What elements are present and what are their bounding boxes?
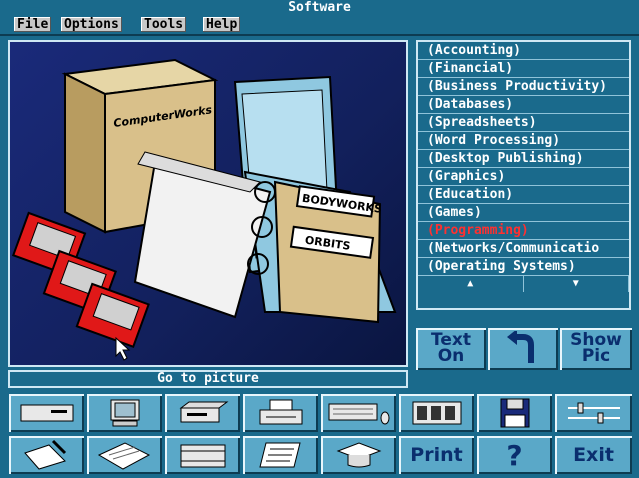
- floppy-disk-icon: [500, 398, 529, 428]
- scroll-up-button[interactable]: ▲: [418, 276, 524, 292]
- chip-icon: [180, 444, 225, 468]
- scroll-down-button[interactable]: ▼: [524, 276, 629, 292]
- slider-controls-icon: [567, 402, 620, 424]
- category-item-selected[interactable]: (Programming): [418, 222, 629, 240]
- category-item[interactable]: (Desktop Publishing): [418, 150, 629, 168]
- documents-icon: [97, 442, 150, 470]
- menu-help[interactable]: Help: [203, 17, 241, 32]
- category-item[interactable]: (Education): [418, 186, 629, 204]
- memory-board-button[interactable]: [399, 394, 474, 432]
- system-unit-icon: [20, 404, 73, 422]
- disk-drive-icon: [179, 401, 228, 423]
- menu-bar: File Options Tools Help: [0, 15, 639, 36]
- scroll-buttons: ▲ ▼: [418, 275, 629, 292]
- education-button[interactable]: [321, 436, 396, 474]
- category-item[interactable]: (Spreadsheets): [418, 114, 629, 132]
- category-item[interactable]: (Graphics): [418, 168, 629, 186]
- menu-tools[interactable]: Tools: [141, 17, 187, 32]
- disk-drive-button[interactable]: [165, 394, 240, 432]
- goto-picture-button[interactable]: Go to picture: [8, 370, 408, 388]
- help-button[interactable]: ?: [477, 436, 552, 474]
- monitor-icon: [110, 399, 139, 427]
- exit-label: Exit: [573, 444, 614, 466]
- category-item[interactable]: (Databases): [418, 96, 629, 114]
- show-pic-button[interactable]: Show Pic: [560, 328, 632, 370]
- picture-viewer[interactable]: ComputerWorks BODYWORKS ORBITS: [8, 40, 408, 367]
- writing-button[interactable]: [9, 436, 84, 474]
- graduation-cap-icon: [336, 442, 381, 468]
- keyboard-mouse-icon: [328, 403, 389, 425]
- software-illustration: ComputerWorks BODYWORKS ORBITS: [11, 58, 397, 361]
- floppy-disk-button[interactable]: [477, 394, 552, 432]
- printer-icon: [259, 399, 302, 425]
- category-item[interactable]: (Operating Systems): [418, 258, 629, 276]
- window-title: Software: [0, 0, 639, 15]
- memory-board-icon: [412, 401, 461, 425]
- keyboard-mouse-button[interactable]: [321, 394, 396, 432]
- exit-button[interactable]: Exit: [555, 436, 632, 474]
- menu-file[interactable]: File: [14, 17, 52, 32]
- writing-hand-icon: [23, 439, 66, 470]
- category-item[interactable]: (Business Productivity): [418, 78, 629, 96]
- chip-button[interactable]: [165, 436, 240, 474]
- category-item[interactable]: (Word Processing): [418, 132, 629, 150]
- settings-sliders-button[interactable]: [555, 394, 632, 432]
- category-item[interactable]: (Networks/Communicatio: [418, 240, 629, 258]
- printer-button[interactable]: [243, 394, 318, 432]
- category-item[interactable]: (Games): [418, 204, 629, 222]
- print-button[interactable]: Print: [399, 436, 474, 474]
- system-unit-button[interactable]: [9, 394, 84, 432]
- monitor-button[interactable]: [87, 394, 162, 432]
- category-list[interactable]: (Accounting) (Financial) (Business Produ…: [416, 40, 631, 310]
- help-question-icon: ?: [506, 438, 523, 472]
- print-label: Print: [410, 444, 463, 466]
- back-button[interactable]: [488, 328, 558, 370]
- text-on-button[interactable]: Text On: [416, 328, 486, 370]
- menu-options[interactable]: Options: [61, 17, 122, 32]
- category-item[interactable]: (Accounting): [418, 42, 629, 60]
- documents-button[interactable]: [87, 436, 162, 474]
- manuals-button[interactable]: [243, 436, 318, 474]
- manuals-icon: [258, 442, 301, 468]
- back-arrow-icon: [507, 329, 534, 363]
- category-item[interactable]: (Financial): [418, 60, 629, 78]
